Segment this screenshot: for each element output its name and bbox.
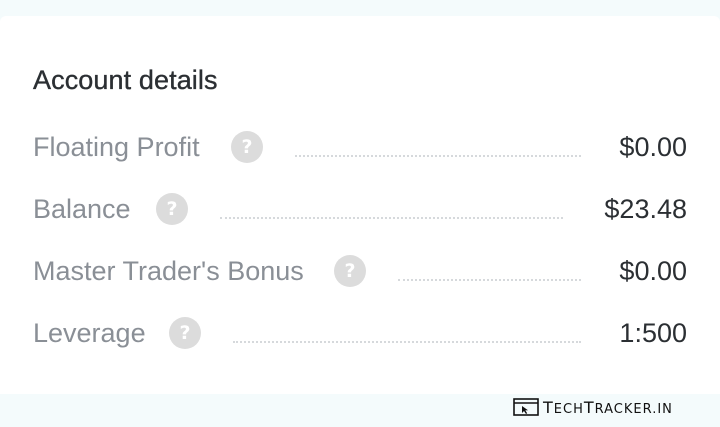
dotted-leader — [295, 155, 581, 157]
detail-row-balance: Balance ? $23.48 — [0, 189, 720, 229]
top-background-strip — [0, 0, 720, 16]
row-value: $0.00 — [619, 132, 687, 162]
question-circle-icon[interactable]: ? — [156, 193, 188, 225]
section-title: Account details — [33, 65, 218, 95]
row-label: Floating Profit — [33, 132, 200, 162]
question-circle-icon[interactable]: ? — [169, 317, 201, 349]
browser-cursor-icon — [513, 398, 539, 416]
question-circle-icon[interactable]: ? — [334, 255, 366, 287]
watermark: TECHTRACKER.IN — [513, 396, 673, 418]
detail-row-master-traders-bonus: Master Trader's Bonus ? $0.00 — [0, 251, 720, 291]
watermark-text: TECHTRACKER.IN — [543, 397, 673, 417]
row-label: Master Trader's Bonus — [33, 256, 304, 286]
row-value: $0.00 — [619, 256, 687, 286]
dotted-leader — [233, 341, 581, 343]
row-label: Leverage — [33, 318, 146, 348]
question-circle-icon[interactable]: ? — [231, 131, 263, 163]
account-details-card: Account details Floating Profit ? $0.00 … — [0, 16, 720, 394]
dotted-leader — [398, 279, 581, 281]
detail-row-floating-profit: Floating Profit ? $0.00 — [0, 127, 720, 167]
dotted-leader — [220, 217, 563, 219]
row-label: Balance — [33, 194, 131, 224]
row-value: 1:500 — [619, 318, 687, 348]
detail-row-leverage: Leverage ? 1:500 — [0, 313, 720, 353]
row-value: $23.48 — [604, 194, 687, 224]
